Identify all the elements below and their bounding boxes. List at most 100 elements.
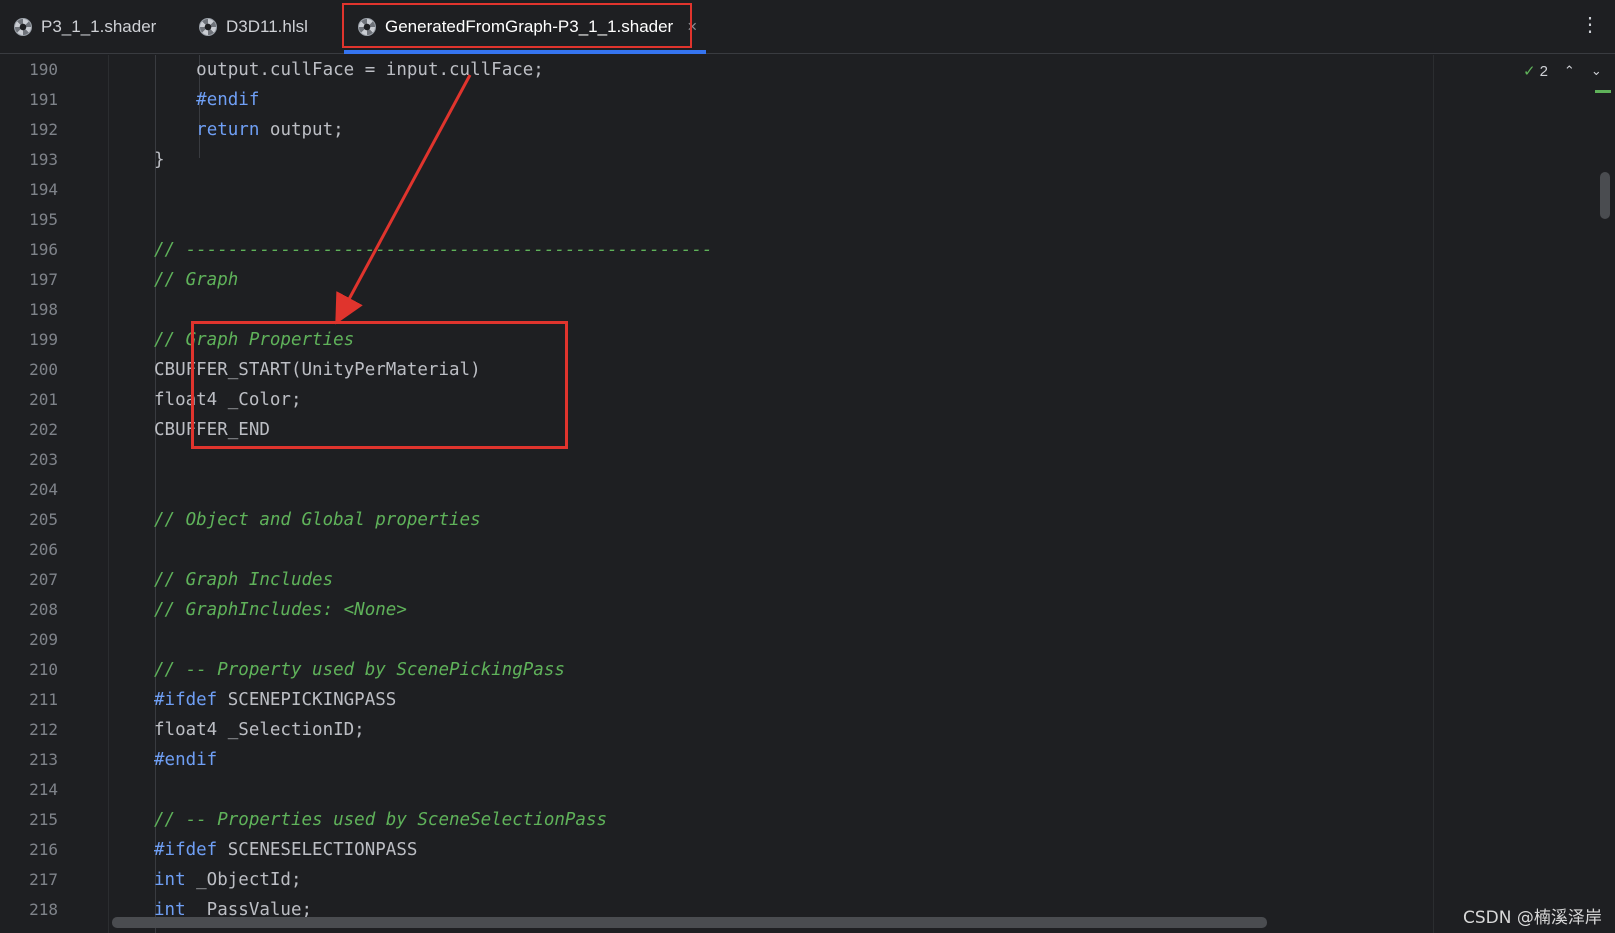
line-number: 202 xyxy=(29,420,58,439)
code-text: #ifdef SCENESELECTIONPASS xyxy=(154,835,417,865)
line-number: 205 xyxy=(29,510,58,529)
code-text: return output; xyxy=(154,115,344,145)
line-number: 198 xyxy=(29,300,58,319)
line-number: 218 xyxy=(29,900,58,919)
line-number: 204 xyxy=(29,480,58,499)
line-number: 194 xyxy=(29,180,58,199)
code-keyword: return xyxy=(196,120,260,140)
code-text: #endif xyxy=(154,745,217,775)
code-text: // Graph xyxy=(154,265,238,295)
active-tab-indicator xyxy=(344,50,706,54)
line-number: 210 xyxy=(29,660,58,679)
code-line[interactable]: 204 xyxy=(0,475,1430,505)
code-line[interactable]: 193} xyxy=(0,145,1430,175)
code-line[interactable]: 191 #endif xyxy=(0,85,1430,115)
code-text: } xyxy=(154,145,165,175)
code-line[interactable]: 210 // -- Property used by ScenePickingPa… xyxy=(0,655,1430,685)
right-margin-guide xyxy=(1433,55,1434,933)
line-number: 217 xyxy=(29,870,58,889)
line-number: 211 xyxy=(29,690,58,709)
line-number: 209 xyxy=(29,630,58,649)
code-text: #ifdef SCENEPICKINGPASS xyxy=(154,685,396,715)
code-comment: // Graph xyxy=(154,270,239,290)
tab-label: P3_1_1.shader xyxy=(41,17,157,36)
code-text: output.cullFace = input.cullFace; xyxy=(154,55,544,85)
line-number: 208 xyxy=(29,600,58,619)
code-line[interactable]: 205 // Object and Global properties xyxy=(0,505,1430,535)
code-text: float4 _SelectionID; xyxy=(154,715,365,745)
code-line[interactable]: 192 return output; xyxy=(0,115,1430,145)
inspection-count: 2 xyxy=(1539,62,1548,80)
code-text: // -------------------------------------… xyxy=(154,235,712,265)
code-text: // -- Properties used by SceneSelectionP… xyxy=(154,805,607,835)
code-line[interactable]: 195 xyxy=(0,205,1430,235)
shader-file-icon xyxy=(14,18,32,36)
tab-p3-shader[interactable]: P3_1_1.shader xyxy=(14,0,156,54)
line-number: 216 xyxy=(29,840,58,859)
chevron-up-icon[interactable]: ⌃ xyxy=(1564,63,1575,79)
code-token: SCENEPICKINGPASS xyxy=(217,690,397,710)
line-number: 191 xyxy=(29,90,58,109)
code-comment: // GraphIncludes: <None> xyxy=(154,600,407,620)
code-token: _ObjectId; xyxy=(185,870,302,890)
change-marker xyxy=(1595,90,1611,93)
code-line[interactable]: 203 xyxy=(0,445,1430,475)
code-keyword: #endif xyxy=(196,90,260,110)
code-line[interactable]: 206 xyxy=(0,535,1430,565)
vertical-scrollbar[interactable] xyxy=(1600,172,1610,219)
code-annotation-box xyxy=(191,321,568,449)
code-line[interactable]: 208 // GraphIncludes: <None> xyxy=(0,595,1430,625)
code-line[interactable]: 211 #ifdef SCENEPICKINGPASS xyxy=(0,685,1430,715)
tab-annotation-box xyxy=(342,3,692,48)
code-line[interactable]: 207 // Graph Includes xyxy=(0,565,1430,595)
code-comment: // -- Properties used by SceneSelectionP… xyxy=(154,810,608,830)
chevron-down-icon[interactable]: ⌄ xyxy=(1591,63,1602,79)
code-line[interactable]: 190 output.cullFace = input.cullFace; xyxy=(0,55,1430,85)
inspection-widget[interactable]: ✓ 2 ⌃ ⌄ xyxy=(1523,62,1602,81)
code-line[interactable]: 215 // -- Properties used by SceneSelecti… xyxy=(0,805,1430,835)
code-keyword: #ifdef xyxy=(154,840,218,860)
code-keyword: #ifdef xyxy=(154,690,218,710)
line-number: 207 xyxy=(29,570,58,589)
line-number: 196 xyxy=(29,240,58,259)
more-options-icon[interactable]: ⋮ xyxy=(1580,15,1600,35)
code-text: // Graph Includes xyxy=(154,565,333,595)
code-token: } xyxy=(154,150,165,170)
code-editor[interactable]: 190 output.cullFace = input.cullFace; 191… xyxy=(0,55,1615,933)
code-comment: // -------------------------------------… xyxy=(154,240,713,260)
line-number: 199 xyxy=(29,330,58,349)
shader-file-icon xyxy=(199,18,217,36)
code-text: int _ObjectId; xyxy=(154,865,302,895)
code-line[interactable]: 196 // ----------------------------------… xyxy=(0,235,1430,265)
code-line[interactable]: 214 xyxy=(0,775,1430,805)
code-token: output; xyxy=(259,120,344,140)
tab-d3d11-hlsl[interactable]: D3D11.hlsl xyxy=(199,0,308,54)
code-text: #endif xyxy=(154,85,259,115)
watermark: CSDN @楠溪泽岸 xyxy=(1463,908,1602,928)
line-number: 206 xyxy=(29,540,58,559)
horizontal-scrollbar[interactable] xyxy=(112,917,1267,928)
code-line[interactable]: 212 float4 _SelectionID; xyxy=(0,715,1430,745)
code-line[interactable]: 194 xyxy=(0,175,1430,205)
code-line[interactable]: 217 int _ObjectId; xyxy=(0,865,1430,895)
code-text: // Object and Global properties xyxy=(154,505,481,535)
code-text: // -- Property used by ScenePickingPass xyxy=(154,655,565,685)
code-line[interactable]: 197 // Graph xyxy=(0,265,1430,295)
code-token: output.cullFace = input.cullFace; xyxy=(196,60,544,80)
line-number: 215 xyxy=(29,810,58,829)
line-number: 193 xyxy=(29,150,58,169)
line-number: 200 xyxy=(29,360,58,379)
code-comment: // Graph Includes xyxy=(154,570,334,590)
code-line[interactable]: 216 #ifdef SCENESELECTIONPASS xyxy=(0,835,1430,865)
line-number: 201 xyxy=(29,390,58,409)
code-line[interactable]: 209 xyxy=(0,625,1430,655)
line-number: 195 xyxy=(29,210,58,229)
check-icon: ✓ xyxy=(1523,63,1536,80)
code-comment: // -- Property used by ScenePickingPass xyxy=(154,660,565,680)
code-line[interactable]: 213 #endif xyxy=(0,745,1430,775)
line-number: 203 xyxy=(29,450,58,469)
line-number: 190 xyxy=(29,60,58,79)
